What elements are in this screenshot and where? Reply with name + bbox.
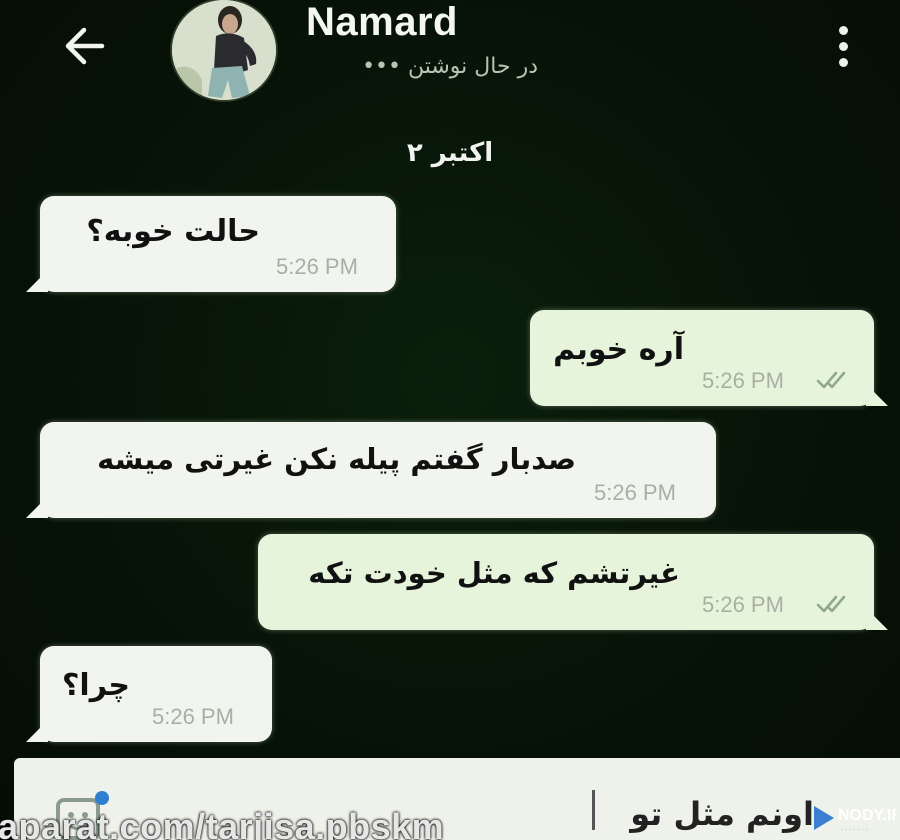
message-text: صدبار گفتم پیله نکن غیرتی میشه bbox=[97, 442, 576, 476]
svg-text:•••••••: ••••••• bbox=[840, 826, 869, 834]
typing-status: در حال نوشتن ••• bbox=[362, 54, 538, 79]
message-time: 5:26 PM bbox=[702, 592, 784, 617]
more-options-button[interactable] bbox=[824, 18, 862, 74]
bubble-tail bbox=[26, 496, 48, 518]
message-input[interactable] bbox=[434, 784, 814, 840]
more-vertical-icon bbox=[838, 25, 848, 35]
text-caret bbox=[592, 790, 595, 830]
nody-logo: NODY.IR ••••••• bbox=[814, 806, 900, 834]
chat-header: Namard در حال نوشتن ••• bbox=[0, 0, 900, 120]
bubble-tail bbox=[26, 720, 48, 742]
message-bubble-incoming[interactable]: صدبار گفتم پیله نکن غیرتی میشه 5:26 PM bbox=[26, 422, 716, 518]
chat-screen: Namard در حال نوشتن ••• اکتبر ۲ حالت خوب… bbox=[0, 0, 900, 840]
date-divider: اکتبر ۲ bbox=[406, 138, 494, 168]
message-bubble-incoming[interactable]: چرا؟ 5:26 PM bbox=[26, 646, 272, 742]
svg-text:NODY.IR: NODY.IR bbox=[838, 807, 896, 824]
message-text: غیرتشم که مثل خودت تکه bbox=[308, 556, 680, 590]
bubble-tail bbox=[26, 270, 48, 292]
contact-name[interactable]: Namard bbox=[306, 0, 458, 45]
arrow-left-icon bbox=[65, 27, 105, 65]
avatar-photo bbox=[172, 0, 276, 100]
more-vertical-icon-dot bbox=[838, 41, 848, 51]
message-time: 5:26 PM bbox=[594, 480, 676, 505]
message-text: حالت خوبه؟ bbox=[86, 214, 260, 249]
message-bubble-outgoing[interactable]: آره خوبم 5:26 PM bbox=[530, 310, 888, 406]
bubble-tail bbox=[866, 384, 888, 406]
back-button[interactable] bbox=[58, 20, 110, 72]
double-check-icon bbox=[816, 371, 846, 389]
message-bubble-incoming[interactable]: حالت خوبه؟ 5:26 PM bbox=[26, 196, 396, 292]
message-time: 5:26 PM bbox=[702, 368, 784, 393]
message-text: چرا؟ bbox=[62, 668, 130, 703]
aparat-watermark: aparat.com/tarjisa.pbskm bbox=[0, 806, 445, 840]
message-time: 5:26 PM bbox=[152, 704, 234, 729]
bubble-tail bbox=[866, 608, 888, 630]
double-check-icon bbox=[816, 595, 846, 613]
message-bubble-outgoing[interactable]: غیرتشم که مثل خودت تکه 5:26 PM bbox=[258, 534, 888, 630]
more-vertical-icon-dot bbox=[838, 57, 848, 67]
nody-watermark: NODY.IR ••••••• bbox=[812, 802, 900, 838]
message-text: آره خوبم bbox=[553, 332, 684, 367]
avatar[interactable] bbox=[172, 0, 276, 100]
message-time: 5:26 PM bbox=[276, 254, 358, 279]
